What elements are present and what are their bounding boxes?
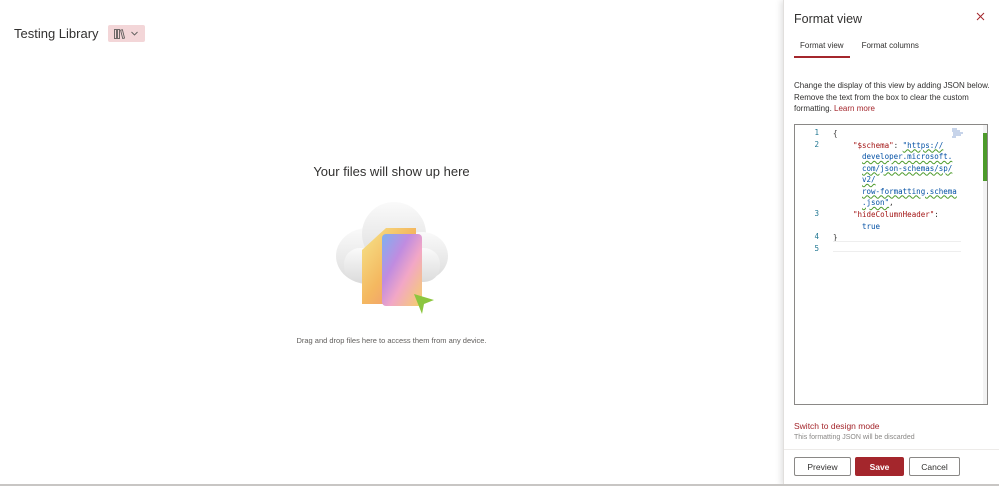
format-tabs: Format view Format columns bbox=[794, 41, 931, 58]
close-panel-button[interactable] bbox=[974, 11, 986, 23]
json-string: v2/ bbox=[862, 175, 876, 184]
line-number: 3 bbox=[814, 209, 819, 218]
scrollbar-marker bbox=[983, 133, 987, 181]
current-line-highlight bbox=[833, 241, 961, 252]
library-title: Testing Library bbox=[14, 26, 99, 41]
json-string: .json" bbox=[862, 198, 890, 207]
panel-footer-divider bbox=[784, 449, 999, 450]
panel-description: Change the display of this view by addin… bbox=[794, 80, 990, 115]
line-number: 2 bbox=[814, 139, 819, 149]
library-header: Testing Library bbox=[14, 25, 145, 42]
cancel-button[interactable]: Cancel bbox=[909, 457, 960, 476]
code-line-wrap: .json", bbox=[862, 197, 894, 209]
json-string: "https:// bbox=[902, 140, 944, 150]
json-separator: : bbox=[934, 210, 939, 219]
main-content: Testing Library Your files will show up … bbox=[0, 0, 783, 486]
json-separator: : bbox=[893, 140, 903, 150]
format-view-panel: Format view Format view Format columns C… bbox=[783, 0, 999, 486]
panel-title: Format view bbox=[794, 12, 863, 26]
minimap-icon bbox=[952, 128, 963, 138]
code-line-wrap: row-formatting.schema bbox=[862, 186, 957, 198]
empty-state-title: Your files will show up here bbox=[313, 164, 470, 179]
json-key: "hideColumnHeader" bbox=[853, 210, 935, 219]
save-button[interactable]: Save bbox=[855, 457, 904, 476]
json-comma: , bbox=[889, 198, 894, 207]
chevron-down-icon bbox=[131, 31, 138, 36]
editor-scrollbar[interactable] bbox=[983, 125, 987, 404]
cloud-file-illustration bbox=[336, 202, 448, 314]
discard-note: This formatting JSON will be discarded bbox=[794, 434, 915, 441]
json-editor[interactable]: 1 2 3 4 5 { "$schema": "https:// develop… bbox=[794, 124, 988, 405]
json-string: developer.microsoft. bbox=[862, 152, 953, 161]
library-icon bbox=[114, 28, 126, 39]
code-brace-open: { bbox=[833, 129, 838, 138]
view-switcher-button[interactable] bbox=[107, 25, 145, 42]
switch-to-design-mode-link[interactable]: Switch to design mode bbox=[794, 421, 880, 431]
line-number: 5 bbox=[814, 243, 819, 253]
code-line-wrap: true bbox=[862, 221, 880, 233]
preview-button[interactable]: Preview bbox=[794, 457, 851, 476]
json-string: com/json-schemas/sp/ bbox=[862, 163, 953, 173]
code-line-schema: "$schema": "https:// bbox=[853, 140, 943, 152]
code-line-wrap: v2/ bbox=[862, 174, 876, 186]
json-key: "$schema" bbox=[853, 140, 894, 150]
close-icon bbox=[976, 12, 984, 21]
json-boolean: true bbox=[862, 221, 881, 231]
tab-format-view[interactable]: Format view bbox=[794, 41, 850, 58]
code-line-wrap: com/json-schemas/sp/ bbox=[862, 163, 952, 175]
learn-more-link[interactable]: Learn more bbox=[834, 104, 875, 113]
empty-state-subtitle: Drag and drop files here to access them … bbox=[296, 336, 487, 345]
code-line-wrap: developer.microsoft. bbox=[862, 151, 952, 163]
tab-format-columns[interactable]: Format columns bbox=[856, 41, 925, 58]
code-line-hide-header: "hideColumnHeader": bbox=[853, 209, 939, 221]
line-number: 4 bbox=[814, 232, 819, 241]
description-text: Change the display of this view by addin… bbox=[794, 81, 990, 113]
line-number: 1 bbox=[814, 128, 819, 137]
json-string: row-formatting.schema bbox=[862, 186, 957, 196]
